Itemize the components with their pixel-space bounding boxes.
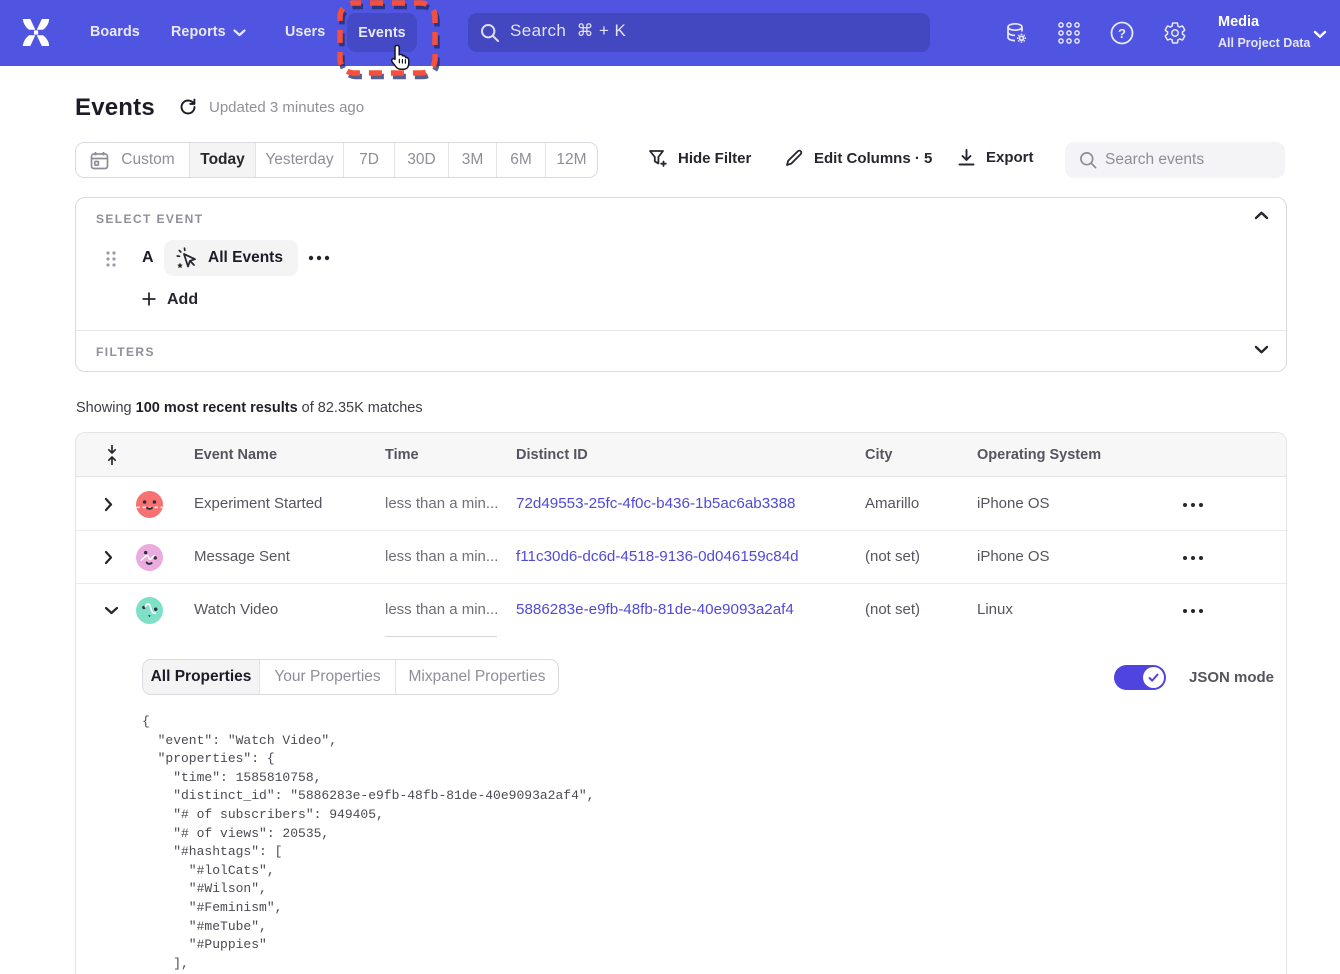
svg-text:?: ? [1118, 26, 1126, 41]
